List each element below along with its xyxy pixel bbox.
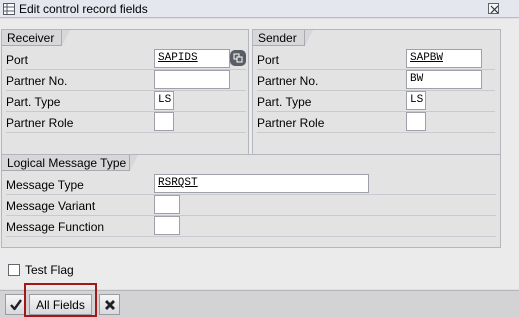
sender-partner-role-field[interactable] — [406, 112, 426, 131]
value-help-icon — [233, 53, 243, 63]
receiver-port-label: Port — [6, 53, 29, 67]
logical-message-group: Logical Message Type Message Type RSRQST… — [1, 154, 501, 248]
sender-partner-no-field[interactable]: BW — [406, 70, 482, 89]
receiver-part-type-row: Part. Type — [6, 92, 246, 112]
sender-partner-no-label: Partner No. — [257, 74, 319, 88]
receiver-port-field[interactable]: SAPIDS — [154, 49, 230, 68]
receiver-partner-no-field[interactable] — [154, 70, 230, 89]
sender-group-title: Sender — [253, 30, 313, 46]
message-type-field[interactable]: RSRQST — [154, 174, 369, 193]
sender-port-label: Port — [257, 53, 280, 67]
sender-part-type-label: Part. Type — [257, 95, 312, 109]
message-function-label: Message Function — [6, 220, 105, 234]
message-variant-row: Message Variant — [6, 196, 496, 216]
receiver-part-type-label: Part. Type — [6, 95, 61, 109]
value-help-button[interactable] — [230, 50, 246, 66]
receiver-partner-role-field[interactable] — [154, 112, 174, 131]
message-variant-label: Message Variant — [6, 199, 96, 213]
message-variant-field[interactable] — [154, 195, 180, 214]
all-fields-highlight — [24, 283, 97, 317]
close-button[interactable] — [488, 3, 499, 14]
receiver-part-type-field[interactable]: LS — [154, 91, 174, 110]
close-icon — [490, 5, 499, 14]
receiver-partner-no-label: Partner No. — [6, 74, 68, 88]
sender-partner-role-label: Partner Role — [257, 116, 325, 130]
sender-port-field[interactable]: SAPBW — [406, 49, 482, 68]
sender-part-type-row: Part. Type — [257, 92, 495, 112]
confirm-button[interactable] — [5, 294, 26, 315]
table-icon — [3, 3, 15, 15]
message-function-row: Message Function — [6, 217, 496, 237]
cancel-button[interactable] — [99, 294, 120, 315]
sender-part-type-field[interactable]: LS — [406, 91, 426, 110]
sender-group: Sender Port SAPBW Partner No. BW Part. T… — [252, 29, 501, 160]
dialog-content: Receiver Port SAPIDS Partner No. Part. T… — [0, 19, 519, 289]
checkmark-icon — [10, 299, 22, 311]
cancel-icon — [105, 300, 115, 310]
window-title: Edit control record fields — [19, 2, 148, 16]
receiver-group-title: Receiver — [2, 30, 70, 46]
sender-partner-role-row: Partner Role — [257, 113, 495, 133]
logical-message-group-title: Logical Message Type — [2, 155, 138, 171]
message-type-label: Message Type — [6, 178, 84, 192]
test-flag-label: Test Flag — [25, 263, 74, 277]
window-titlebar: Edit control record fields — [0, 0, 519, 18]
receiver-partner-role-row: Partner Role — [6, 113, 246, 133]
receiver-partner-role-label: Partner Role — [6, 116, 74, 130]
receiver-group: Receiver Port SAPIDS Partner No. Part. T… — [1, 29, 249, 160]
message-function-field[interactable] — [154, 216, 180, 235]
test-flag-checkbox[interactable] — [8, 264, 20, 276]
